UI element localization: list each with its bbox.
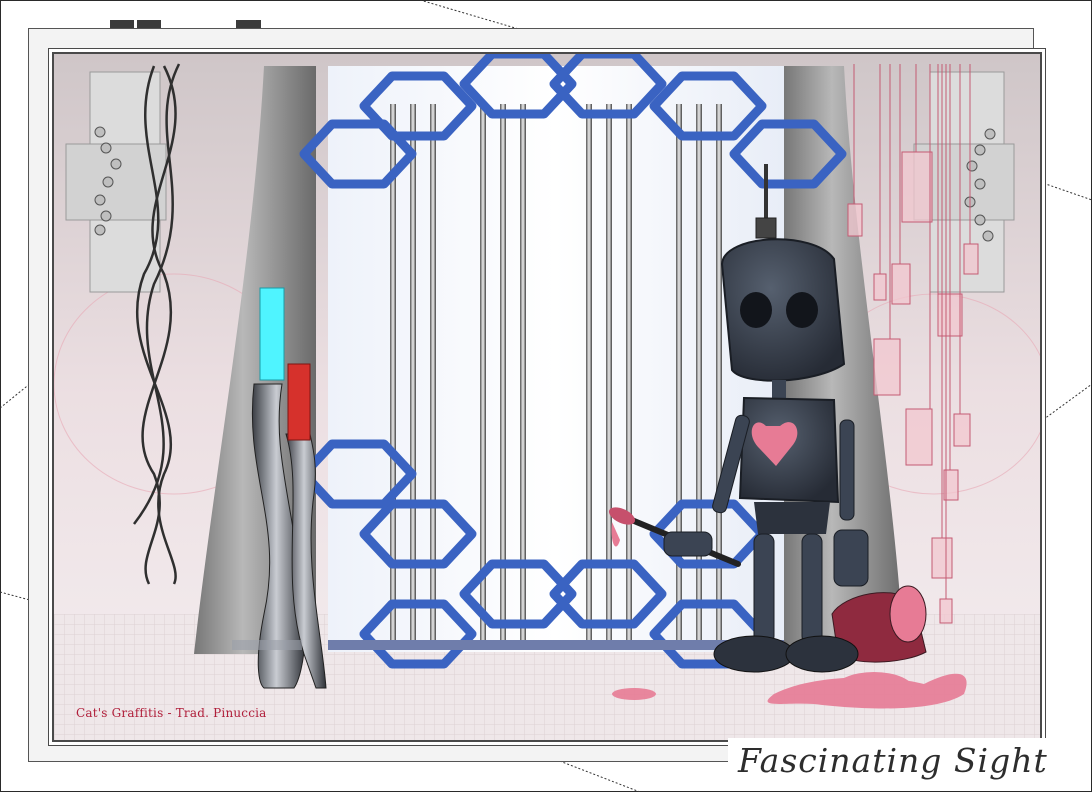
artwork-panel: Cat's Graffitis - Trad. Pinuccia — [52, 52, 1042, 742]
candle-cyan — [259, 287, 285, 381]
page-title: Fascinating Sight — [728, 738, 1058, 784]
candle-red — [287, 363, 311, 441]
artwork-scene — [54, 54, 1040, 740]
credit-text: Cat's Graffitis - Trad. Pinuccia — [76, 706, 267, 720]
